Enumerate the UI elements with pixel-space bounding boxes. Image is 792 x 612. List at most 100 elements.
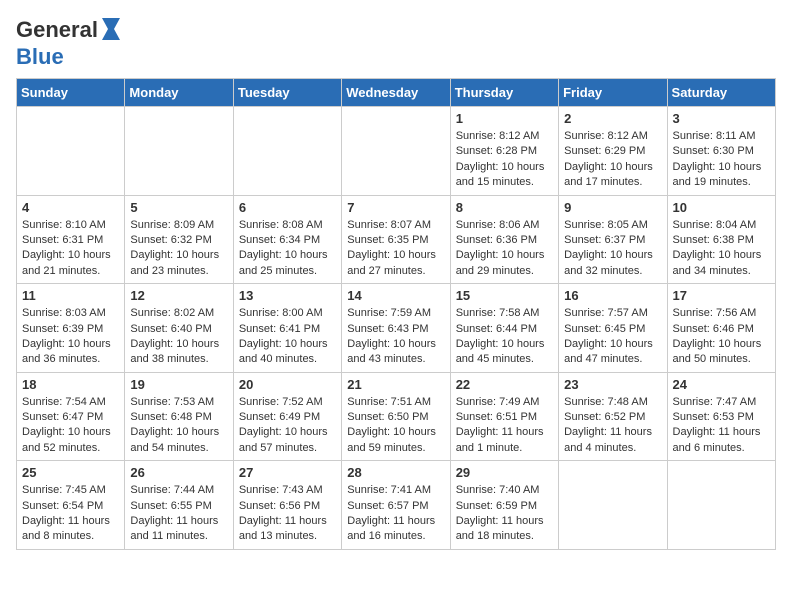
calendar-cell: 8 Sunrise: 8:06 AM Sunset: 6:36 PM Daylig…	[450, 195, 558, 284]
day-number: 27	[239, 465, 336, 480]
day-info: Sunrise: 8:12 AM Sunset: 6:28 PM Dayligh…	[456, 129, 553, 191]
calendar-cell: 24 Sunrise: 7:47 AM Sunset: 6:53 PM Dayli…	[667, 372, 775, 461]
logo-blue-text: Blue	[16, 44, 64, 69]
calendar-cell: 2 Sunrise: 8:12 AM Sunset: 6:29 PM Daylig…	[559, 107, 667, 196]
day-info: Sunrise: 7:53 AM Sunset: 6:48 PM Dayligh…	[130, 395, 227, 457]
day-info: Sunrise: 7:56 AM Sunset: 6:46 PM Dayligh…	[673, 306, 770, 368]
day-info: Sunrise: 7:57 AM Sunset: 6:45 PM Dayligh…	[564, 306, 661, 368]
day-info: Sunrise: 8:00 AM Sunset: 6:41 PM Dayligh…	[239, 306, 336, 368]
day-info: Sunrise: 7:41 AM Sunset: 6:57 PM Dayligh…	[347, 483, 444, 545]
calendar-table: SundayMondayTuesdayWednesdayThursdayFrid…	[16, 78, 776, 550]
logo-icon	[100, 16, 126, 42]
calendar-cell	[17, 107, 125, 196]
calendar-cell: 5 Sunrise: 8:09 AM Sunset: 6:32 PM Daylig…	[125, 195, 233, 284]
day-number: 17	[673, 288, 770, 303]
calendar-cell	[667, 461, 775, 550]
weekday-header-sunday: Sunday	[17, 79, 125, 107]
day-info: Sunrise: 8:09 AM Sunset: 6:32 PM Dayligh…	[130, 218, 227, 280]
day-info: Sunrise: 7:58 AM Sunset: 6:44 PM Dayligh…	[456, 306, 553, 368]
weekday-header-wednesday: Wednesday	[342, 79, 450, 107]
day-number: 24	[673, 377, 770, 392]
calendar-cell: 1Sunrise: 8:12 AM Sunset: 6:28 PM Daylig…	[450, 107, 558, 196]
calendar-cell	[233, 107, 341, 196]
weekday-header-saturday: Saturday	[667, 79, 775, 107]
calendar-cell: 3 Sunrise: 8:11 AM Sunset: 6:30 PM Daylig…	[667, 107, 775, 196]
day-number: 6	[239, 200, 336, 215]
day-info: Sunrise: 8:06 AM Sunset: 6:36 PM Dayligh…	[456, 218, 553, 280]
day-number: 2	[564, 111, 661, 126]
calendar-week-row: 11 Sunrise: 8:03 AM Sunset: 6:39 PM Dayli…	[17, 284, 776, 373]
calendar-cell: 6 Sunrise: 8:08 AM Sunset: 6:34 PM Daylig…	[233, 195, 341, 284]
day-info: Sunrise: 7:43 AM Sunset: 6:56 PM Dayligh…	[239, 483, 336, 545]
day-number: 15	[456, 288, 553, 303]
calendar-cell: 20Sunrise: 7:52 AM Sunset: 6:49 PM Dayli…	[233, 372, 341, 461]
day-info: Sunrise: 8:05 AM Sunset: 6:37 PM Dayligh…	[564, 218, 661, 280]
calendar-cell: 29 Sunrise: 7:40 AM Sunset: 6:59 PM Dayli…	[450, 461, 558, 550]
day-info: Sunrise: 7:40 AM Sunset: 6:59 PM Dayligh…	[456, 483, 553, 545]
day-number: 25	[22, 465, 119, 480]
day-number: 19	[130, 377, 227, 392]
day-number: 23	[564, 377, 661, 392]
calendar-cell: 23 Sunrise: 7:48 AM Sunset: 6:52 PM Dayli…	[559, 372, 667, 461]
calendar-cell: 4Sunrise: 8:10 AM Sunset: 6:31 PM Daylig…	[17, 195, 125, 284]
calendar-cell: 9Sunrise: 8:05 AM Sunset: 6:37 PM Daylig…	[559, 195, 667, 284]
day-info: Sunrise: 7:59 AM Sunset: 6:43 PM Dayligh…	[347, 306, 444, 368]
calendar-week-row: 25 Sunrise: 7:45 AM Sunset: 6:54 PM Dayli…	[17, 461, 776, 550]
day-number: 8	[456, 200, 553, 215]
day-number: 18	[22, 377, 119, 392]
calendar-week-row: 18 Sunrise: 7:54 AM Sunset: 6:47 PM Dayli…	[17, 372, 776, 461]
day-number: 13	[239, 288, 336, 303]
day-number: 10	[673, 200, 770, 215]
day-number: 11	[22, 288, 119, 303]
day-number: 28	[347, 465, 444, 480]
calendar-cell: 7Sunrise: 8:07 AM Sunset: 6:35 PM Daylig…	[342, 195, 450, 284]
day-info: Sunrise: 8:03 AM Sunset: 6:39 PM Dayligh…	[22, 306, 119, 368]
calendar-week-row: 4Sunrise: 8:10 AM Sunset: 6:31 PM Daylig…	[17, 195, 776, 284]
day-info: Sunrise: 7:48 AM Sunset: 6:52 PM Dayligh…	[564, 395, 661, 457]
day-number: 21	[347, 377, 444, 392]
calendar-cell: 15 Sunrise: 7:58 AM Sunset: 6:44 PM Dayli…	[450, 284, 558, 373]
calendar-cell	[342, 107, 450, 196]
calendar-cell: 18 Sunrise: 7:54 AM Sunset: 6:47 PM Dayli…	[17, 372, 125, 461]
calendar-cell: 19 Sunrise: 7:53 AM Sunset: 6:48 PM Dayli…	[125, 372, 233, 461]
day-info: Sunrise: 7:47 AM Sunset: 6:53 PM Dayligh…	[673, 395, 770, 457]
day-info: Sunrise: 8:04 AM Sunset: 6:38 PM Dayligh…	[673, 218, 770, 280]
weekday-header-row: SundayMondayTuesdayWednesdayThursdayFrid…	[17, 79, 776, 107]
calendar-cell: 10 Sunrise: 8:04 AM Sunset: 6:38 PM Dayli…	[667, 195, 775, 284]
calendar-cell	[125, 107, 233, 196]
calendar-cell: 14 Sunrise: 7:59 AM Sunset: 6:43 PM Dayli…	[342, 284, 450, 373]
day-number: 14	[347, 288, 444, 303]
calendar-cell: 22 Sunrise: 7:49 AM Sunset: 6:51 PM Dayli…	[450, 372, 558, 461]
weekday-header-thursday: Thursday	[450, 79, 558, 107]
day-number: 7	[347, 200, 444, 215]
calendar-cell: 16Sunrise: 7:57 AM Sunset: 6:45 PM Dayli…	[559, 284, 667, 373]
day-info: Sunrise: 8:12 AM Sunset: 6:29 PM Dayligh…	[564, 129, 661, 191]
day-info: Sunrise: 8:02 AM Sunset: 6:40 PM Dayligh…	[130, 306, 227, 368]
day-number: 5	[130, 200, 227, 215]
day-number: 4	[22, 200, 119, 215]
day-info: Sunrise: 7:52 AM Sunset: 6:49 PM Dayligh…	[239, 395, 336, 457]
calendar-cell: 12 Sunrise: 8:02 AM Sunset: 6:40 PM Dayli…	[125, 284, 233, 373]
day-info: Sunrise: 7:54 AM Sunset: 6:47 PM Dayligh…	[22, 395, 119, 457]
logo-container: General Blue	[16, 16, 126, 70]
weekday-header-monday: Monday	[125, 79, 233, 107]
calendar-cell: 25 Sunrise: 7:45 AM Sunset: 6:54 PM Dayli…	[17, 461, 125, 550]
day-info: Sunrise: 7:44 AM Sunset: 6:55 PM Dayligh…	[130, 483, 227, 545]
day-number: 29	[456, 465, 553, 480]
day-info: Sunrise: 8:11 AM Sunset: 6:30 PM Dayligh…	[673, 129, 770, 191]
logo: General Blue	[16, 16, 126, 70]
day-number: 12	[130, 288, 227, 303]
calendar-week-row: 1Sunrise: 8:12 AM Sunset: 6:28 PM Daylig…	[17, 107, 776, 196]
day-info: Sunrise: 7:45 AM Sunset: 6:54 PM Dayligh…	[22, 483, 119, 545]
day-number: 22	[456, 377, 553, 392]
day-number: 3	[673, 111, 770, 126]
calendar-cell	[559, 461, 667, 550]
logo-general-text: General	[16, 17, 98, 43]
weekday-header-tuesday: Tuesday	[233, 79, 341, 107]
day-info: Sunrise: 8:08 AM Sunset: 6:34 PM Dayligh…	[239, 218, 336, 280]
weekday-header-friday: Friday	[559, 79, 667, 107]
day-info: Sunrise: 7:49 AM Sunset: 6:51 PM Dayligh…	[456, 395, 553, 457]
calendar-cell: 28 Sunrise: 7:41 AM Sunset: 6:57 PM Dayli…	[342, 461, 450, 550]
calendar-cell: 11 Sunrise: 8:03 AM Sunset: 6:39 PM Dayli…	[17, 284, 125, 373]
calendar-cell: 26Sunrise: 7:44 AM Sunset: 6:55 PM Dayli…	[125, 461, 233, 550]
